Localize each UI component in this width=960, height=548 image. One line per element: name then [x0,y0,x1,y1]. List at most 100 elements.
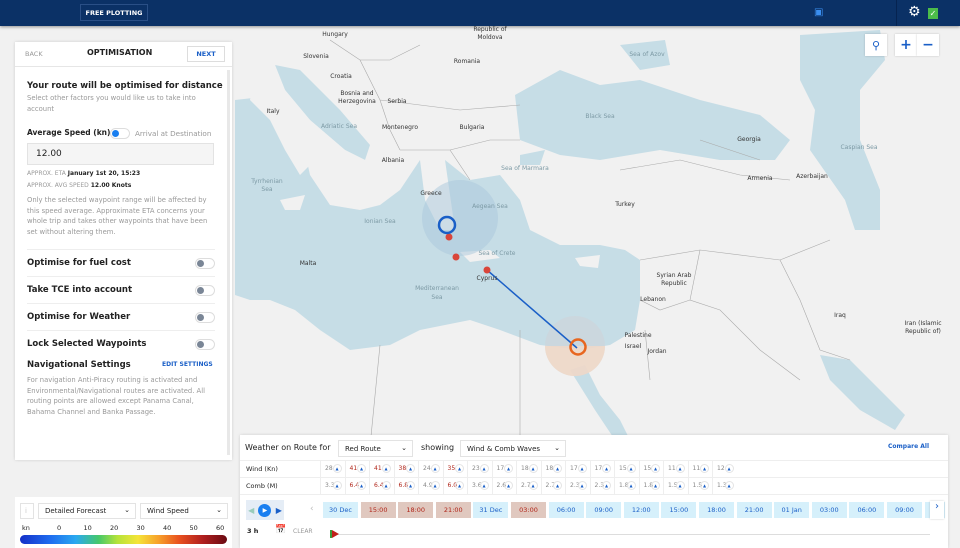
timeline-slider[interactable] [335,534,930,535]
time-chip[interactable]: 12:00 [623,502,659,518]
weather-cell[interactable]: 2.3 ▲ [589,478,615,495]
weather-cell[interactable]: 17 ▲ [589,461,615,478]
time-chip[interactable]: 18:00 [398,502,434,518]
skip-back-icon[interactable]: ◀ [248,506,254,515]
waypoint[interactable] [445,233,453,241]
weather-cell[interactable]: 17 ▲ [491,461,517,478]
weather-cell[interactable]: 2.3 ▲ [565,478,590,495]
weather-cell[interactable]: 1.8 ▲ [614,478,639,495]
info-button[interactable]: i [20,503,34,519]
weather-cell[interactable]: 1.8 ▲ [638,478,664,495]
speed-input[interactable]: 12.00 [27,143,214,165]
time-chip[interactable]: 31 Dec [473,502,509,518]
weather-cell[interactable]: 12 ▲ [712,461,737,478]
time-chip[interactable]: 21:00 [736,502,772,518]
sea-label: Mediterranean [415,285,459,292]
weather-cell[interactable]: 11 ▲ [663,461,688,478]
time-chip[interactable]: 15:00 [661,502,697,518]
compare-all-link[interactable]: Compare All [888,443,929,450]
weather-cell[interactable]: 2.7 ▲ [516,478,541,495]
timeline-prev-button[interactable]: ‹ [310,504,314,514]
time-chip[interactable]: 09:00 [586,502,622,518]
free-plotting-button[interactable]: FREE PLOTTING [80,4,148,21]
weather-cell[interactable]: 15 ▲ [614,461,639,478]
timeline-next-button[interactable]: › [930,501,944,519]
weather-cell[interactable]: 4.9 ▲ [418,478,443,495]
cell-value: 28 [325,465,333,472]
time-chip[interactable]: 01 Jan [774,502,810,518]
option-toggle[interactable] [195,258,215,269]
weather-cell[interactable]: 15 ▲ [638,461,664,478]
step-select[interactable]: 3 h [247,527,258,535]
time-chip[interactable]: 30 Dec [323,502,358,518]
time-chip[interactable]: 15:00 [360,502,396,518]
check-icon[interactable]: ✓ [928,8,938,19]
map-legend: i Detailed Forecast ⌄ Wind Speed ⌄ kn 0 10 20… [15,497,232,548]
panel-scrollbar[interactable] [227,70,230,455]
forecast-select[interactable]: Detailed Forecast ⌄ [38,503,136,519]
weather-cell[interactable]: 3.3 ▲ [320,478,345,495]
weather-cell[interactable]: 11 ▲ [687,461,713,478]
waypoint[interactable] [452,253,460,261]
zoom-in-button[interactable]: + [895,34,917,56]
arrival-label[interactable]: Arrival at Destination [135,129,211,138]
play-button[interactable]: ▶ [258,503,272,517]
route-select[interactable]: Red Route ⌄ [338,440,413,457]
option-toggle[interactable] [195,339,215,350]
weather-cell[interactable]: 2.6 ▲ [491,478,517,495]
row-label: Wind (Kn) [246,465,278,473]
waypoint[interactable] [483,266,491,274]
legend-tick: 40 [163,524,172,532]
weather-cell[interactable]: 1.5 ▲ [663,478,688,495]
time-chip[interactable]: 09:00 [887,502,922,518]
map-search-button[interactable]: ⚲ [865,34,887,56]
time-chip[interactable]: 06:00 [548,502,584,518]
weather-cell[interactable]: 6.8 ▲ [393,478,419,495]
skip-forward-icon[interactable]: ▶ [276,506,282,515]
ship-icon[interactable]: ▣ [814,7,823,18]
zoom-out-button[interactable]: − [917,34,939,56]
next-button[interactable]: NEXT [187,46,225,62]
time-chip[interactable]: 21:00 [435,502,471,518]
time-chip[interactable]: 03:00 [511,502,546,518]
weather-cell[interactable]: 18 ▲ [516,461,541,478]
weather-cell[interactable]: 41 ▲ [344,461,370,478]
time-chip[interactable]: 18:00 [699,502,734,518]
country-label: Jordan [646,348,666,355]
option-row: Lock Selected Waypoints [27,330,215,357]
weather-cell[interactable]: 28 ▲ [320,461,345,478]
weather-cell[interactable]: 24 ▲ [418,461,443,478]
weather-cell[interactable]: 6.4 ▲ [369,478,394,495]
weather-cell[interactable]: 35 ▲ [442,461,468,478]
back-button[interactable]: BACK [25,50,43,58]
weather-cell[interactable]: 1.5 ▲ [687,478,713,495]
weather-cell[interactable]: 2.7 ▲ [540,478,566,495]
chevron-down-icon: ⌄ [554,444,560,452]
weather-cell[interactable]: 38 ▲ [393,461,419,478]
weather-cell[interactable]: 17 ▲ [565,461,590,478]
sea-label: Sea [261,186,273,193]
weather-cell[interactable]: 1.3 ▲ [712,478,737,495]
speed-mode-toggle[interactable] [110,128,130,139]
weather-cell[interactable]: 6.0 ▲ [442,478,468,495]
direction-arrow-icon: ▲ [430,464,440,473]
option-toggle[interactable] [195,285,215,296]
weather-cell[interactable]: 41 ▲ [369,461,394,478]
weather-cell[interactable]: 18 ▲ [540,461,566,478]
weather-cell[interactable]: 6.4 ▲ [344,478,370,495]
option-toggle[interactable] [195,312,215,323]
mode-select-value: Wind & Comb Waves [467,445,541,453]
nav-settings-title: Navigational Settings [27,360,131,370]
layer-select[interactable]: Wind Speed ⌄ [140,503,228,519]
clear-button[interactable]: CLEAR [293,528,313,535]
gear-icon[interactable]: ⚙ [908,5,921,19]
time-chip[interactable]: 03:00 [811,502,847,518]
timeline-handle[interactable] [332,530,339,538]
weather-cell[interactable]: 23 ▲ [467,461,492,478]
calendar-icon[interactable]: 📅 [275,525,286,535]
direction-arrow-icon: ▲ [724,481,734,490]
mode-select[interactable]: Wind & Comb Waves ⌄ [460,440,566,457]
edit-settings-link[interactable]: EDIT SETTINGS [162,361,213,368]
weather-cell[interactable]: 3.6 ▲ [467,478,492,495]
time-chip[interactable]: 06:00 [849,502,885,518]
